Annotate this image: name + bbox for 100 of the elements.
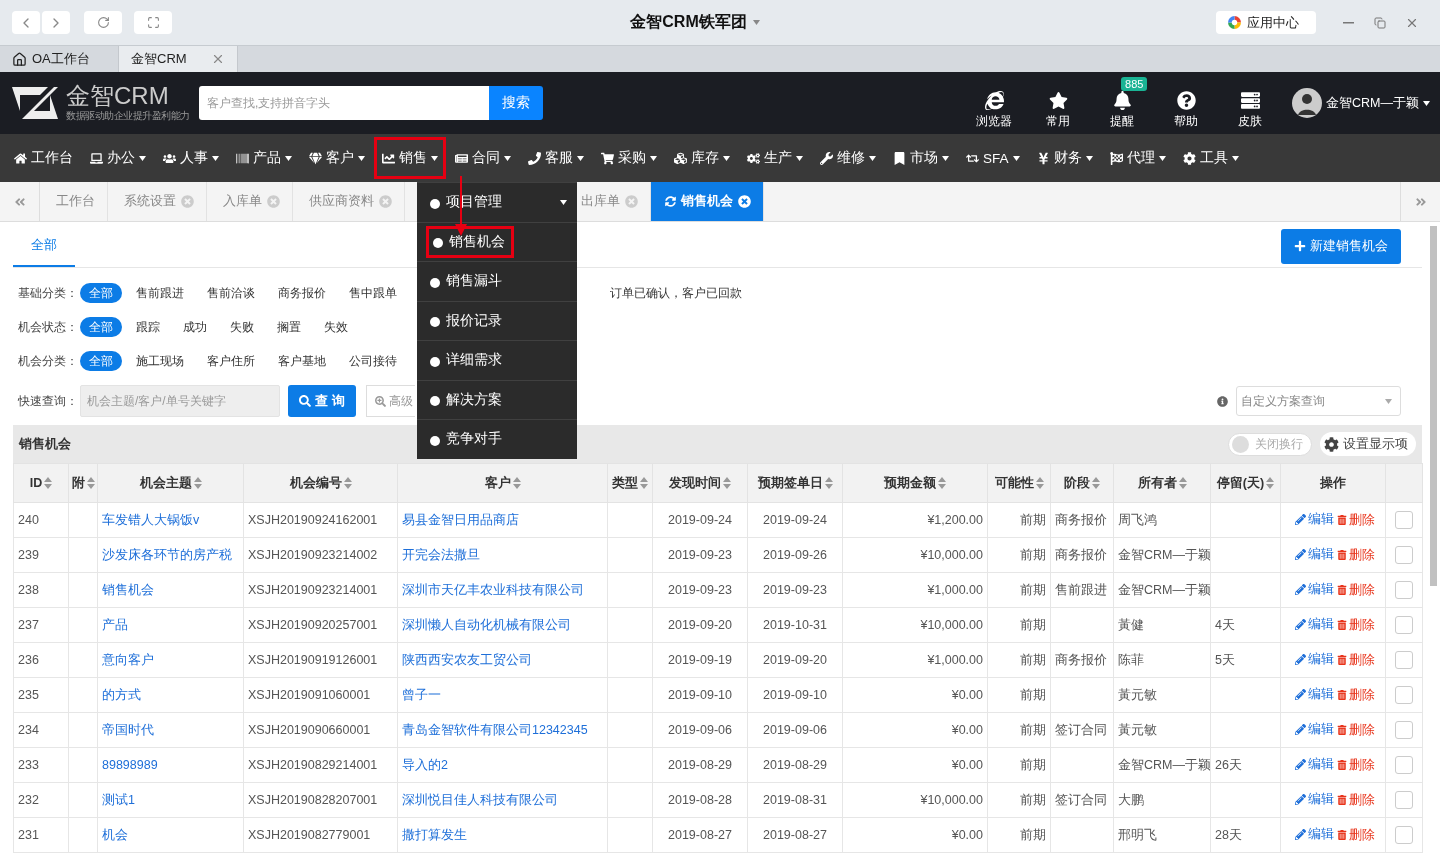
- filter-option[interactable]: 失败: [221, 317, 263, 337]
- link-cell[interactable]: 的方式: [97, 677, 244, 713]
- search-button[interactable]: 搜索: [489, 86, 543, 120]
- delete-link[interactable]: 删除: [1336, 791, 1375, 809]
- filter-option[interactable]: 失效: [315, 317, 357, 337]
- row-checkbox[interactable]: [1395, 616, 1413, 634]
- column-header[interactable]: 机会主题: [97, 463, 244, 503]
- link-cell[interactable]: 沙发床各环节的房产税: [97, 537, 244, 573]
- row-checkbox[interactable]: [1395, 546, 1413, 564]
- filter-option[interactable]: 售前跟进: [127, 283, 193, 303]
- row-checkbox[interactable]: [1395, 511, 1413, 529]
- edit-link[interactable]: 编辑: [1294, 826, 1334, 844]
- link-cell[interactable]: 开完会法撒旦: [397, 537, 608, 573]
- query-button[interactable]: 查 询: [288, 385, 356, 417]
- delete-link[interactable]: 删除: [1336, 826, 1375, 844]
- fullscreen-button[interactable]: [134, 11, 172, 34]
- filter-option[interactable]: 施工现场: [127, 351, 193, 371]
- toolbar-button[interactable]: 常用: [1026, 76, 1091, 130]
- column-header[interactable]: 预期签单日: [747, 463, 843, 503]
- filter-option[interactable]: 全部: [80, 317, 122, 337]
- app-center-button[interactable]: 应用中心: [1216, 11, 1316, 34]
- nav-item[interactable]: SFA: [958, 137, 1028, 179]
- display-settings-button[interactable]: 设置显示项: [1320, 432, 1416, 456]
- nav-item[interactable]: 维修: [812, 137, 884, 179]
- delete-link[interactable]: 删除: [1336, 581, 1375, 599]
- link-cell[interactable]: 深圳市天亿丰农业科技有限公司: [397, 572, 608, 608]
- column-header[interactable]: 预期金额: [842, 463, 988, 503]
- edit-link[interactable]: 编辑: [1294, 651, 1334, 669]
- nav-item[interactable]: 库存: [666, 137, 738, 179]
- filter-option[interactable]: 成功: [174, 317, 216, 337]
- user-menu[interactable]: 金智CRM—于颖: [1292, 88, 1430, 118]
- link-cell[interactable]: 曾子一: [397, 677, 608, 713]
- toolbar-button[interactable]: 浏览器: [962, 76, 1027, 130]
- menu-item[interactable]: 解决方案: [417, 379, 577, 419]
- delete-link[interactable]: 删除: [1336, 686, 1375, 704]
- menu-item[interactable]: 竞争对手: [417, 419, 577, 459]
- menu-item[interactable]: 销售漏斗: [417, 261, 577, 301]
- edit-link[interactable]: 编辑: [1294, 756, 1334, 774]
- edit-link[interactable]: 编辑: [1294, 546, 1334, 564]
- row-checkbox[interactable]: [1395, 756, 1413, 774]
- link-cell[interactable]: 深圳悦目佳人科技有限公司: [397, 782, 608, 818]
- delete-link[interactable]: 删除: [1336, 756, 1375, 774]
- app-tab[interactable]: 金智CRM: [119, 46, 238, 72]
- edit-link[interactable]: 编辑: [1294, 581, 1334, 599]
- filter-option[interactable]: 客户住所: [198, 351, 264, 371]
- delete-link[interactable]: 删除: [1336, 616, 1375, 634]
- reload-button[interactable]: [84, 11, 122, 34]
- link-cell[interactable]: 导入的2: [397, 747, 608, 783]
- content-tab[interactable]: 全部: [13, 225, 75, 267]
- column-header[interactable]: 阶段: [1050, 463, 1114, 503]
- filter-option[interactable]: 全部: [80, 283, 122, 303]
- filter-option[interactable]: 客户基地: [269, 351, 335, 371]
- nav-item[interactable]: 合同: [447, 137, 519, 179]
- column-header[interactable]: 附: [68, 463, 98, 503]
- row-checkbox[interactable]: [1395, 581, 1413, 599]
- column-header[interactable]: 类型: [607, 463, 653, 503]
- menu-item[interactable]: 销售机会: [417, 221, 577, 261]
- nav-item[interactable]: 客服: [520, 137, 592, 179]
- toolbar-button[interactable]: 提醒 885: [1090, 76, 1155, 130]
- edit-link[interactable]: 编辑: [1294, 511, 1334, 529]
- nav-item[interactable]: 代理: [1101, 137, 1174, 179]
- link-cell[interactable]: 意向客户: [97, 642, 244, 678]
- edit-link[interactable]: 编辑: [1294, 791, 1334, 809]
- link-cell[interactable]: 测试1: [97, 782, 244, 818]
- toolbar-button[interactable]: 帮助: [1154, 76, 1219, 130]
- filter-option[interactable]: 售前洽谈: [198, 283, 264, 303]
- edit-link[interactable]: 编辑: [1294, 686, 1334, 704]
- filter-option[interactable]: 公司接待: [340, 351, 406, 371]
- filter-option[interactable]: 售中跟单: [340, 283, 406, 303]
- nav-item[interactable]: 工作台: [6, 137, 81, 179]
- close-icon[interactable]: [738, 195, 751, 208]
- nav-item[interactable]: 财务: [1028, 137, 1101, 179]
- filter-option[interactable]: 搁置: [268, 317, 310, 337]
- forward-button[interactable]: [42, 11, 70, 34]
- row-checkbox[interactable]: [1395, 651, 1413, 669]
- nav-item[interactable]: 客户: [301, 137, 373, 179]
- delete-link[interactable]: 删除: [1336, 511, 1375, 529]
- link-cell[interactable]: 深圳懒人自动化机械有限公司: [397, 607, 608, 643]
- nav-item[interactable]: 生产: [739, 137, 811, 179]
- delete-link[interactable]: 删除: [1336, 721, 1375, 739]
- link-cell[interactable]: 易县金智日用品商店: [397, 502, 608, 538]
- link-cell[interactable]: 销售机会: [97, 572, 244, 608]
- column-header[interactable]: ID: [13, 463, 69, 503]
- link-cell[interactable]: 撒打算发生: [397, 817, 608, 853]
- edit-link[interactable]: 编辑: [1294, 616, 1334, 634]
- column-header[interactable]: 所有者: [1113, 463, 1211, 503]
- nav-item[interactable]: 产品: [228, 137, 300, 179]
- back-button[interactable]: [12, 11, 40, 34]
- nav-item[interactable]: 办公: [82, 137, 154, 179]
- page-tab[interactable]: 销售机会: [651, 182, 764, 221]
- nav-item[interactable]: 工具: [1174, 137, 1247, 179]
- nav-item[interactable]: 销售: [374, 137, 446, 179]
- edit-link[interactable]: 编辑: [1294, 721, 1334, 739]
- filter-option[interactable]: 全部: [80, 351, 122, 371]
- row-checkbox[interactable]: [1395, 721, 1413, 739]
- menu-item[interactable]: 详细需求: [417, 340, 577, 380]
- link-cell[interactable]: 89898989: [97, 747, 244, 783]
- row-checkbox[interactable]: [1395, 826, 1413, 844]
- column-header[interactable]: 可能性: [987, 463, 1051, 503]
- nav-item[interactable]: 市场: [885, 137, 957, 179]
